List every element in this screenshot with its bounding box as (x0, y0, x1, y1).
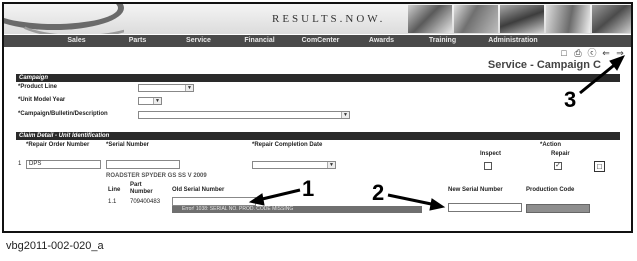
callout-arrows (248, 55, 626, 211)
callout-arrowhead-1 (248, 193, 265, 206)
callout-3: 3 (564, 87, 577, 112)
figure-caption: vbg2011-002-020_a (6, 240, 104, 252)
callout-arrow-1 (257, 188, 301, 202)
callout-arrow-3 (579, 60, 619, 95)
callout-arrow-2 (387, 193, 437, 207)
callout-arrowhead-2 (429, 198, 446, 211)
callout-2: 2 (372, 180, 385, 205)
callout-1: 1 (302, 176, 315, 201)
screenshot-frame: RESULTS.NOW. Sales Parts Service Financi… (2, 2, 633, 233)
